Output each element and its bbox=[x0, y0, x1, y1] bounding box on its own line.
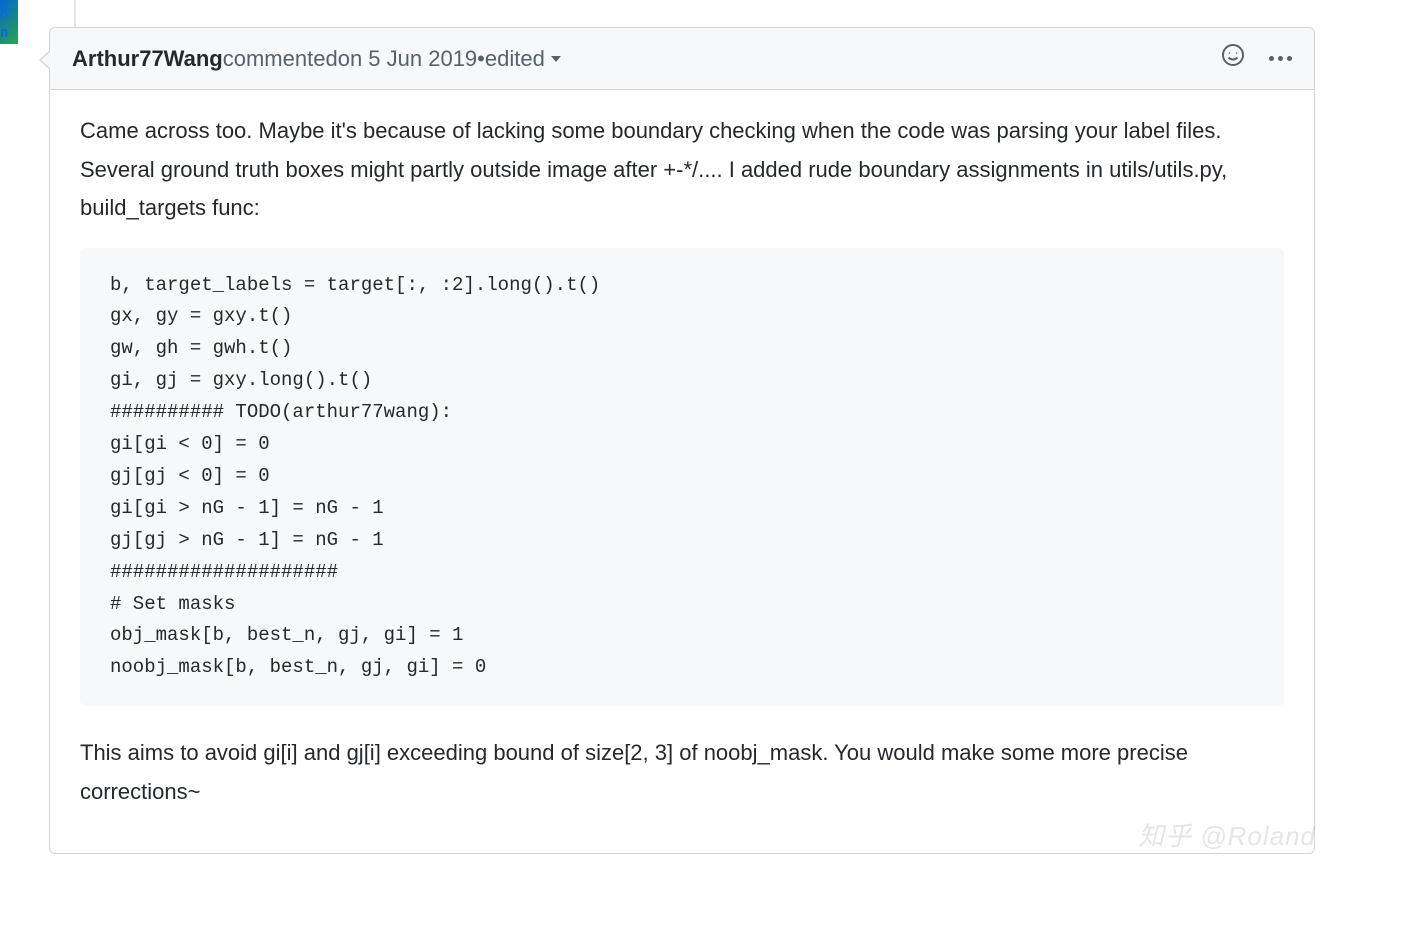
comment-actions bbox=[1221, 43, 1292, 75]
timestamp[interactable]: on 5 Jun 2019 bbox=[338, 42, 477, 75]
edited-label[interactable]: edited bbox=[485, 42, 545, 75]
comment-container: Arthur77Wang commented on 5 Jun 2019 • e… bbox=[49, 27, 1315, 854]
kebab-menu-icon[interactable] bbox=[1269, 56, 1292, 61]
comment-header: Arthur77Wang commented on 5 Jun 2019 • e… bbox=[50, 28, 1314, 90]
comment-meta: Arthur77Wang commented on 5 Jun 2019 • e… bbox=[72, 42, 561, 75]
timeline-line bbox=[74, 0, 76, 28]
separator-dot: • bbox=[477, 42, 485, 75]
emoji-icon[interactable] bbox=[1221, 43, 1245, 75]
action-text: commented bbox=[223, 42, 338, 75]
chevron-down-icon[interactable] bbox=[551, 56, 561, 62]
body-paragraph-2: This aims to avoid gi[i] and gj[i] excee… bbox=[80, 734, 1284, 811]
code-block: b, target_labels = target[:, :2].long().… bbox=[80, 248, 1284, 707]
body-paragraph-1: Came across too. Maybe it's because of l… bbox=[80, 112, 1284, 228]
avatar[interactable]: A n bbox=[0, 0, 18, 44]
comment-body: Came across too. Maybe it's because of l… bbox=[50, 90, 1314, 853]
author-link[interactable]: Arthur77Wang bbox=[72, 42, 223, 75]
